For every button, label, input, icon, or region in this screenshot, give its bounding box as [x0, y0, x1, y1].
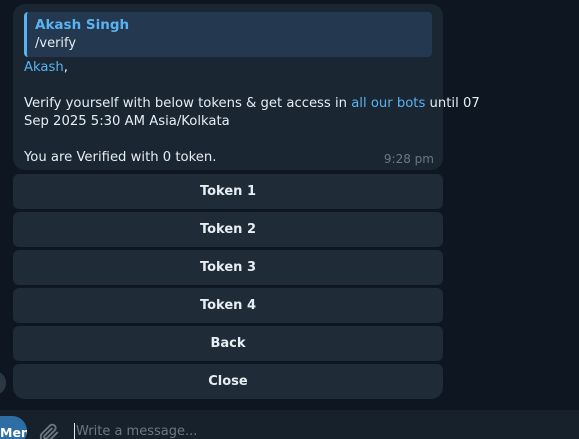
reply-preview[interactable]: Akash Singh /verify [24, 12, 432, 57]
token-1-button[interactable]: Token 1 [13, 174, 443, 209]
message-input[interactable] [76, 419, 556, 439]
reply-text: /verify [35, 36, 77, 51]
message-text-before-link: Verify yourself with below tokens & get … [24, 96, 352, 111]
chat-window: Akash Singh /verify Akash, Verify yourse… [0, 0, 579, 439]
reply-author-name: Akash Singh [35, 17, 130, 33]
mention-suffix: , [63, 60, 68, 75]
message-composer: Menu [0, 410, 579, 439]
all-our-bots-link[interactable]: all our bots [351, 96, 425, 111]
message-bubble[interactable]: Akash Singh /verify Akash, Verify yourse… [13, 4, 480, 170]
menu-button[interactable]: Menu [0, 416, 27, 439]
token-2-button[interactable]: Token 2 [13, 212, 443, 247]
message-line-1: Verify yourself with below tokens & get … [24, 96, 480, 111]
message-line-3: You are Verified with 0 token. [24, 150, 217, 165]
close-button[interactable]: Close [13, 364, 443, 399]
mention-line: Akash, [24, 60, 68, 75]
token-4-button[interactable]: Token 4 [13, 288, 443, 323]
message-line-2: Sep 2025 5:30 AM Asia/Kolkata [24, 114, 230, 129]
message-text-after-link: until 07 [425, 96, 480, 111]
text-cursor [74, 423, 75, 439]
avatar[interactable] [0, 372, 6, 394]
message-timestamp: 9:28 pm [383, 152, 434, 166]
menu-button-label: Menu [0, 425, 27, 439]
paperclip-icon[interactable] [38, 422, 60, 439]
user-mention-link[interactable]: Akash [24, 60, 64, 75]
back-button[interactable]: Back [13, 326, 443, 361]
token-3-button[interactable]: Token 3 [13, 250, 443, 285]
